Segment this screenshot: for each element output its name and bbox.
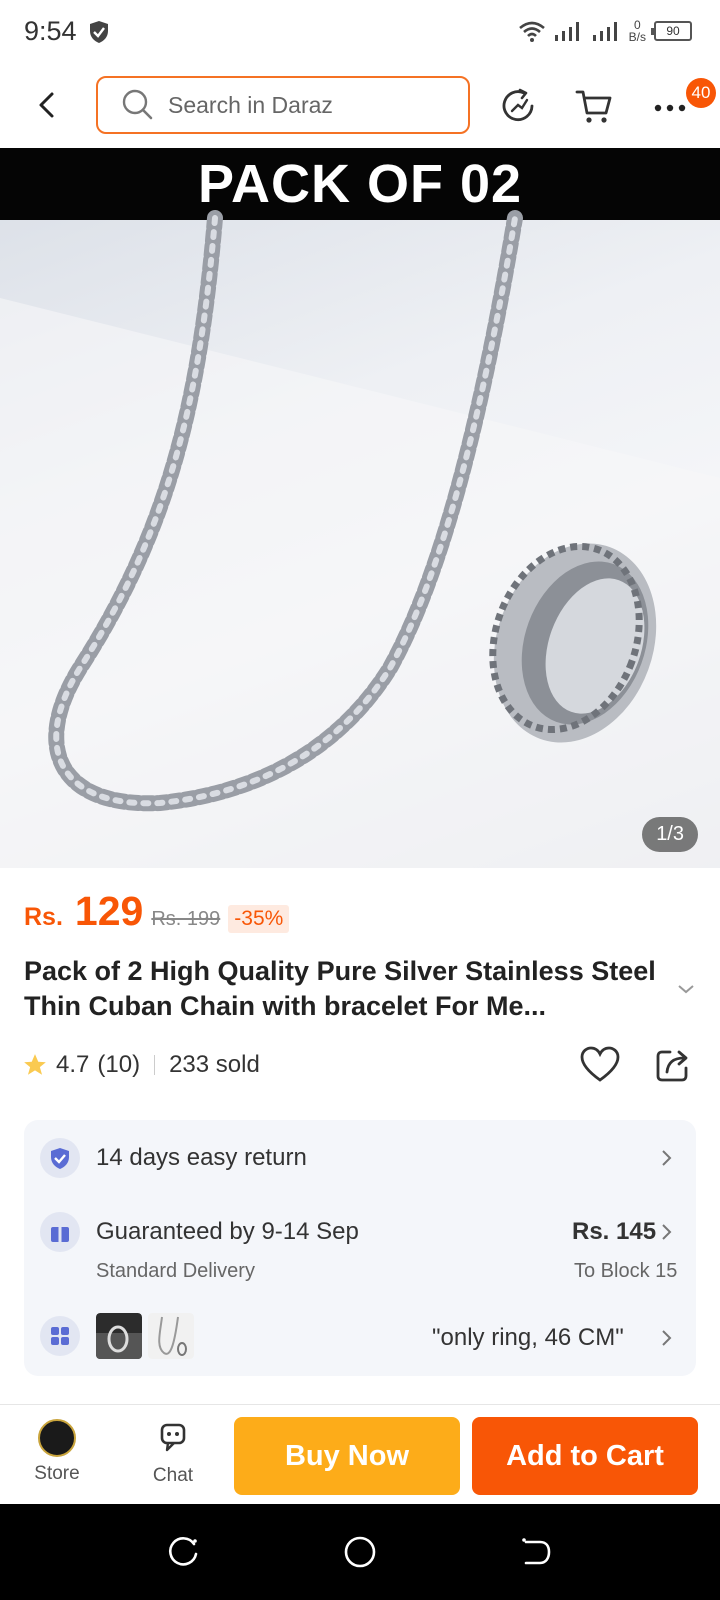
variant-thumb-ring[interactable] bbox=[96, 1313, 142, 1359]
network-speed: 0 B/s bbox=[629, 19, 646, 43]
speed-unit: B/s bbox=[628, 30, 646, 44]
divider bbox=[154, 1055, 156, 1075]
store-logo-icon bbox=[38, 1419, 76, 1457]
status-time: 9:54 bbox=[24, 16, 77, 46]
buy-now-button[interactable]: Buy Now bbox=[234, 1417, 460, 1495]
header: Search in Daraz 40 bbox=[0, 64, 720, 148]
more-options-icon[interactable] bbox=[650, 86, 690, 126]
chat-button[interactable]: Chat bbox=[136, 1419, 210, 1487]
original-price: Rs. 199 bbox=[151, 908, 221, 930]
delivery-box-icon bbox=[40, 1212, 80, 1252]
delivery-text[interactable]: Guaranteed by 9-14 Sep bbox=[96, 1218, 359, 1246]
home-icon[interactable] bbox=[342, 1534, 378, 1570]
info-card: 14 days easy return Guaranteed by 9-14 S… bbox=[24, 1120, 696, 1376]
search-icon bbox=[122, 89, 153, 120]
variant-grid-icon bbox=[40, 1316, 80, 1356]
return-text[interactable]: 14 days easy return bbox=[96, 1144, 307, 1172]
refresh-icon[interactable] bbox=[498, 86, 538, 126]
delivery-location: To Block 15 bbox=[574, 1260, 678, 1282]
heart-icon[interactable] bbox=[580, 1046, 620, 1084]
battery-icon: 90 bbox=[651, 21, 692, 41]
signal-icon bbox=[554, 22, 579, 41]
add-to-cart-button[interactable]: Add to Cart bbox=[472, 1417, 698, 1495]
chat-icon bbox=[160, 1423, 186, 1452]
review-count: (10) bbox=[97, 1051, 141, 1078]
sold-count: 233 sold bbox=[169, 1051, 260, 1078]
chevron-right-icon[interactable] bbox=[660, 1329, 672, 1347]
rating-value: 4.7 bbox=[56, 1051, 90, 1078]
cart-icon[interactable] bbox=[574, 86, 614, 126]
recents-icon[interactable] bbox=[166, 1534, 202, 1570]
status-icons: 0 B/s 90 bbox=[518, 16, 692, 46]
delivery-price: Rs. 145 bbox=[572, 1218, 657, 1245]
back-arrow-icon[interactable] bbox=[30, 88, 64, 122]
chat-label: Chat bbox=[152, 1465, 194, 1486]
product-image[interactable]: PACK OF 02 1/3 bbox=[0, 148, 720, 868]
store-button[interactable]: Store bbox=[20, 1419, 94, 1485]
return-shield-icon bbox=[40, 1138, 80, 1178]
shield-icon bbox=[90, 21, 108, 43]
back-nav-icon[interactable] bbox=[518, 1534, 554, 1570]
variant-thumb-chain[interactable] bbox=[148, 1313, 194, 1359]
discount-badge: -35% bbox=[228, 905, 290, 933]
variant-text[interactable]: "only ring, 46 CM" bbox=[432, 1324, 624, 1352]
image-counter: 1/3 bbox=[642, 817, 698, 852]
price-currency: Rs. bbox=[24, 903, 63, 931]
battery-level: 90 bbox=[666, 24, 680, 38]
rating-row[interactable]: 4.7 (10) 233 sold bbox=[22, 1048, 260, 1082]
chevron-right-icon[interactable] bbox=[660, 1223, 672, 1241]
star-icon bbox=[24, 1054, 46, 1075]
search-placeholder: Search in Daraz bbox=[168, 91, 333, 118]
bottom-action-bar: Store Chat Buy Now Add to Cart bbox=[0, 1404, 720, 1504]
signal-icon-2 bbox=[592, 22, 617, 41]
status-bar: 9:54 0 B/s 90 bbox=[0, 0, 720, 64]
wifi-icon bbox=[518, 21, 545, 42]
chevron-right-icon[interactable] bbox=[660, 1149, 672, 1167]
notification-badge: 40 bbox=[686, 78, 716, 108]
store-label: Store bbox=[34, 1463, 80, 1484]
share-icon[interactable] bbox=[654, 1046, 692, 1084]
price-value: 129 bbox=[74, 888, 144, 934]
delivery-sub: Standard Delivery bbox=[96, 1260, 255, 1282]
chevron-down-icon[interactable] bbox=[676, 982, 696, 996]
price-row: Rs. 129 Rs. 199 -35% bbox=[24, 888, 290, 938]
system-nav-bar bbox=[0, 1504, 720, 1600]
necklace-illustration bbox=[0, 210, 720, 868]
product-title[interactable]: Pack of 2 High Quality Pure Silver Stain… bbox=[24, 954, 664, 1024]
search-input[interactable]: Search in Daraz bbox=[96, 76, 470, 134]
